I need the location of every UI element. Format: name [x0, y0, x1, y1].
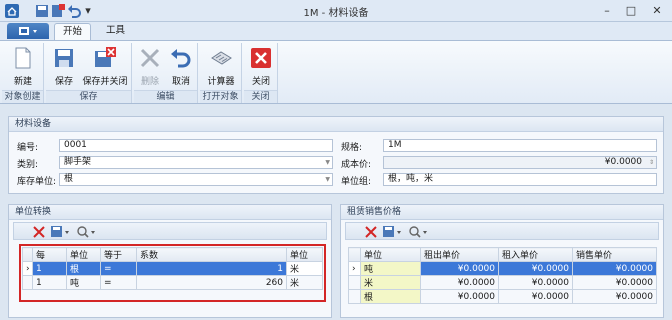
group-open-object-label: 打开对象 — [200, 90, 241, 103]
undo-icon — [171, 49, 191, 68]
group-edit-label: 编辑 — [134, 90, 197, 103]
cell-sale[interactable]: ¥0.0000 — [572, 275, 657, 290]
unit-group-label: 单位组: — [341, 177, 372, 187]
group-open-object: 计算器 打开对象 — [200, 43, 242, 103]
delete-label: 删除 — [140, 77, 159, 87]
category-label: 类别: — [17, 160, 39, 170]
cell-sale[interactable]: ¥0.0000 — [572, 289, 657, 304]
calculator-button[interactable]: 计算器 — [202, 44, 240, 88]
column-header[interactable]: 租入单价 — [498, 247, 573, 262]
grid-save-icon[interactable] — [50, 225, 72, 239]
delete-button[interactable]: 删除 — [136, 44, 164, 88]
delete-icon — [140, 48, 160, 68]
calculator-icon — [211, 51, 232, 65]
calculator-label: 计算器 — [207, 77, 235, 87]
table-row[interactable]: 根 ¥0.0000 ¥0.0000 ¥0.0000 — [348, 289, 657, 304]
window-title: 1M - 材料设备 — [303, 8, 369, 19]
unit-grid-toolbar — [13, 222, 327, 240]
tab-start[interactable]: 开始 — [54, 23, 92, 40]
grid-search-icon[interactable] — [408, 225, 430, 239]
stock-unit-label: 库存单位: — [17, 177, 57, 187]
category-select[interactable]: 脚手架 ▼ — [59, 156, 333, 169]
cell-rent-out[interactable]: ¥0.0000 — [420, 261, 499, 276]
group-save-label: 保存 — [46, 90, 131, 103]
cell-unit[interactable]: 根 — [360, 289, 421, 304]
minimize-button[interactable]: – — [596, 2, 618, 20]
group-create-label: 对象创建 — [2, 90, 43, 103]
group-close-label: 关闭 — [244, 90, 277, 103]
cancel-label: 取消 — [171, 77, 190, 87]
save-label: 保存 — [54, 77, 73, 87]
spec-label: 规格: — [341, 143, 363, 153]
dropdown-icon: ▼ — [325, 176, 330, 183]
cost-label: 成本价: — [341, 160, 372, 170]
cell-unit[interactable]: 吨 — [360, 261, 421, 276]
save-close-button[interactable]: 保存并关闭 — [80, 44, 130, 88]
row-indicator — [348, 275, 361, 290]
column-header[interactable]: 单位 — [360, 247, 421, 262]
row-indicator-header — [348, 247, 361, 262]
title-bar: ▾ 1M - 材料设备 – □ ✕ — [0, 0, 672, 22]
code-field[interactable]: 0001 — [59, 139, 333, 152]
grid-search-icon[interactable] — [76, 225, 98, 239]
tab-tools[interactable]: 工具 — [98, 23, 133, 40]
row-indicator-icon: › — [348, 261, 361, 276]
cell-rent-in[interactable]: ¥0.0000 — [498, 289, 573, 304]
cell-sale[interactable]: ¥0.0000 — [572, 261, 657, 276]
stock-unit-select[interactable]: 根 ▼ — [59, 173, 333, 186]
grid-delete-icon[interactable] — [364, 225, 378, 239]
category-value: 脚手架 — [64, 157, 92, 167]
code-label: 编号: — [17, 143, 39, 153]
cost-field[interactable]: ¥0.0000 ⇕ — [383, 156, 657, 169]
cancel-button[interactable]: 取消 — [166, 44, 196, 88]
close-button[interactable]: 关闭 — [246, 44, 276, 88]
new-label: 新建 — [13, 77, 32, 87]
new-document-icon — [15, 47, 31, 69]
close-icon — [251, 48, 271, 68]
material-form-panel: 材料设备 编号: 0001 类别: 脚手架 ▼ 库存单位: 根 ▼ 规格: 1M 成… — [8, 116, 664, 194]
cell-rent-in[interactable]: ¥0.0000 — [498, 275, 573, 290]
save-close-label: 保存并关闭 — [82, 77, 128, 87]
highlight-box — [19, 244, 326, 302]
file-menu-button[interactable] — [7, 23, 49, 39]
grid-save-icon[interactable] — [382, 225, 404, 239]
menu-icon — [19, 27, 37, 35]
group-edit: 删除 取消 编辑 — [134, 43, 198, 103]
row-indicator — [348, 289, 361, 304]
spec-field[interactable]: 1M — [383, 139, 657, 152]
spin-icon[interactable]: ⇕ — [649, 157, 654, 168]
save-icon — [55, 49, 73, 67]
unit-group-field[interactable]: 根，吨，米 — [383, 173, 657, 186]
cell-rent-out[interactable]: ¥0.0000 — [420, 275, 499, 290]
cell-unit[interactable]: 米 — [360, 275, 421, 290]
column-header[interactable]: 销售单价 — [572, 247, 657, 262]
group-close: 关闭 关闭 — [244, 43, 278, 103]
save-button[interactable]: 保存 — [50, 44, 78, 88]
dropdown-icon: ▼ — [325, 159, 330, 166]
save-close-icon — [95, 47, 116, 67]
rental-price-grid: 单位 租出单价 租入单价 销售单价 › 吨 ¥0.0000 ¥0.0000 ¥0… — [348, 247, 657, 304]
stock-unit-value: 根 — [64, 174, 74, 184]
new-button[interactable]: 新建 — [4, 44, 42, 88]
grid-header-row: 单位 租出单价 租入单价 销售单价 — [348, 247, 657, 262]
group-save: 保存 保存并关闭 保存 — [46, 43, 132, 103]
column-header[interactable]: 租出单价 — [420, 247, 499, 262]
unit-conversion-title: 单位转换 — [9, 205, 331, 220]
group-create: 新建 对象创建 — [2, 43, 44, 103]
cost-value: ¥0.0000 — [604, 157, 642, 167]
panel-title: 材料设备 — [9, 117, 663, 132]
rental-price-title: 租赁销售价格 — [341, 205, 663, 220]
close-label: 关闭 — [251, 77, 270, 87]
cell-rent-in[interactable]: ¥0.0000 — [498, 261, 573, 276]
close-window-button[interactable]: ✕ — [646, 2, 668, 20]
ribbon-tab-row: 开始 工具 — [0, 22, 672, 40]
table-row[interactable]: › 吨 ¥0.0000 ¥0.0000 ¥0.0000 — [348, 261, 657, 276]
ribbon: 新建 对象创建 保存 保存并关闭 保存 删除 取消 编辑 计算器 打开对象 关闭… — [0, 40, 672, 104]
grid-delete-icon[interactable] — [32, 225, 46, 239]
price-grid-toolbar — [345, 222, 659, 240]
cell-rent-out[interactable]: ¥0.0000 — [420, 289, 499, 304]
maximize-button[interactable]: □ — [620, 2, 642, 20]
table-row[interactable]: 米 ¥0.0000 ¥0.0000 ¥0.0000 — [348, 275, 657, 290]
